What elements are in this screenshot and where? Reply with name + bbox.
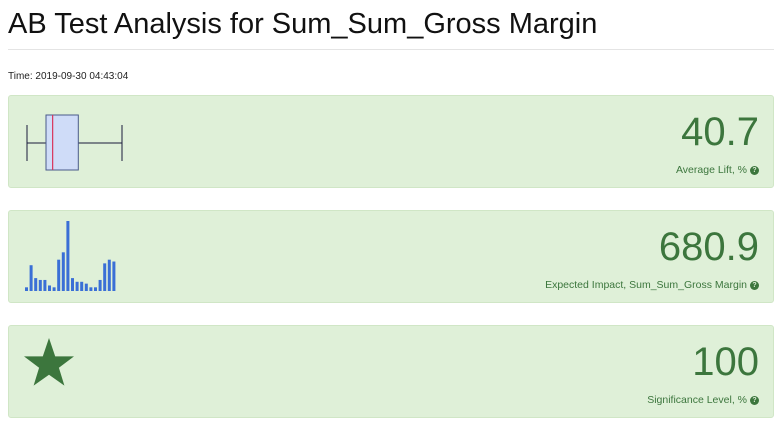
- histogram-bar: [107, 259, 111, 291]
- histogram-bar: [52, 287, 56, 291]
- histogram-bar: [48, 285, 51, 291]
- histogram-bar: [75, 281, 79, 291]
- expected-impact-label: Expected Impact, Sum_Sum_Gross Margin: [545, 279, 747, 291]
- histogram-bar: [29, 265, 33, 291]
- star-icon: [24, 338, 74, 386]
- page-title: AB Test Analysis for Sum_Sum_Gross Margi…: [8, 8, 598, 40]
- title-divider: [8, 49, 774, 50]
- question-circle-icon[interactable]: ?: [750, 165, 759, 175]
- histogram-bar: [84, 283, 88, 291]
- boxplot-box: [45, 114, 79, 171]
- average-lift-card: 40.7 Average Lift, % ?: [8, 95, 774, 188]
- histogram-bar: [98, 279, 102, 291]
- histogram-bar: [80, 281, 84, 291]
- expected-impact-label-row: Expected Impact, Sum_Sum_Gross Margin ?: [545, 279, 759, 291]
- histogram-icon: [25, 221, 116, 291]
- histogram-bar: [61, 252, 65, 291]
- expected-impact-card: 680.9 Expected Impact, Sum_Sum_Gross Mar…: [8, 210, 774, 303]
- significance-level-label-row: Significance Level, % ?: [647, 394, 759, 406]
- boxplot-icon: [26, 114, 123, 171]
- significance-level-value: 100: [692, 340, 759, 384]
- histogram-bar: [25, 287, 28, 291]
- histogram-bar: [66, 221, 70, 291]
- significance-level-card: 100 Significance Level, % ?: [8, 325, 774, 418]
- average-lift-label-row: Average Lift, % ?: [676, 164, 759, 176]
- average-lift-value: 40.7: [681, 110, 759, 154]
- histogram-bar: [43, 279, 47, 291]
- question-circle-icon[interactable]: ?: [750, 280, 759, 290]
- expected-impact-value: 680.9: [658, 225, 759, 269]
- average-lift-label: Average Lift, %: [675, 164, 747, 176]
- page: AB Test Analysis for Sum_Sum_Gross Margi…: [0, 0, 784, 433]
- star-shape: [24, 338, 74, 386]
- histogram-bar: [94, 287, 97, 291]
- histogram-bar: [103, 263, 107, 291]
- histogram-bar: [71, 278, 74, 291]
- significance-level-label: Significance Level, %: [647, 394, 747, 406]
- histogram-bar: [38, 279, 42, 291]
- histogram-bar: [57, 259, 61, 291]
- histogram-bar: [34, 278, 38, 291]
- histogram-bar: [89, 287, 93, 291]
- timestamp: Time: 2019-09-30 04:43:04: [8, 71, 129, 82]
- question-circle-icon[interactable]: ?: [750, 395, 759, 405]
- histogram-bar: [112, 261, 116, 291]
